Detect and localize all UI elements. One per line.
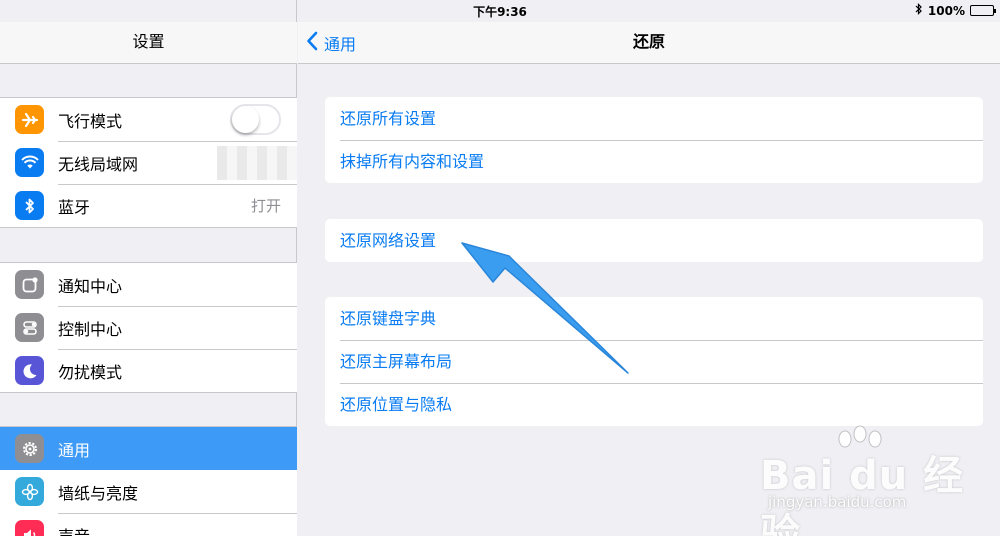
watermark-brand: Bai du 经验 (760, 453, 965, 536)
arrow-icon (461, 242, 629, 374)
baidu-watermark: Bai du 经验 jingyan.baidu.com (760, 425, 990, 536)
watermark-url: jingyan.baidu.com (768, 493, 907, 511)
